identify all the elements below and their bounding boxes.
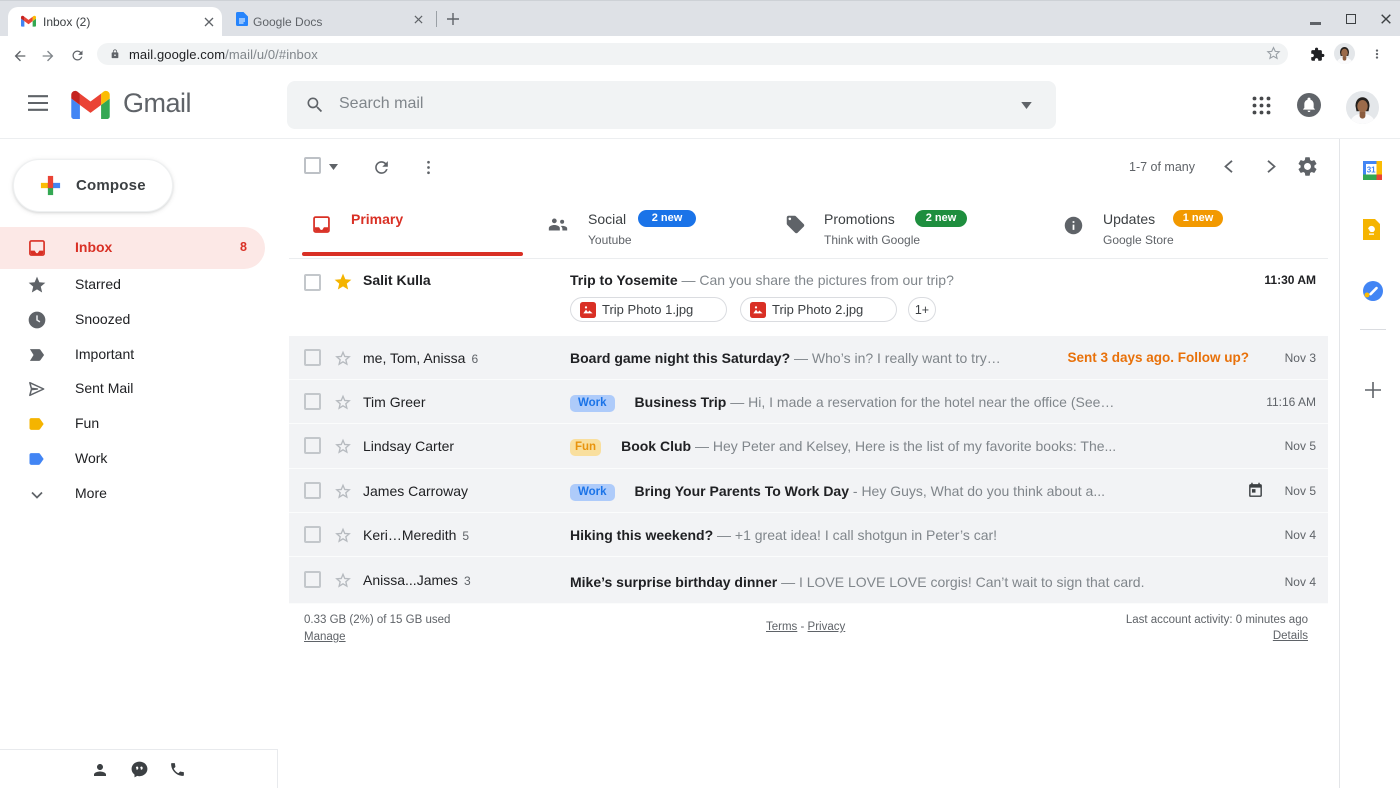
svg-text:31: 31 [1367,166,1376,175]
